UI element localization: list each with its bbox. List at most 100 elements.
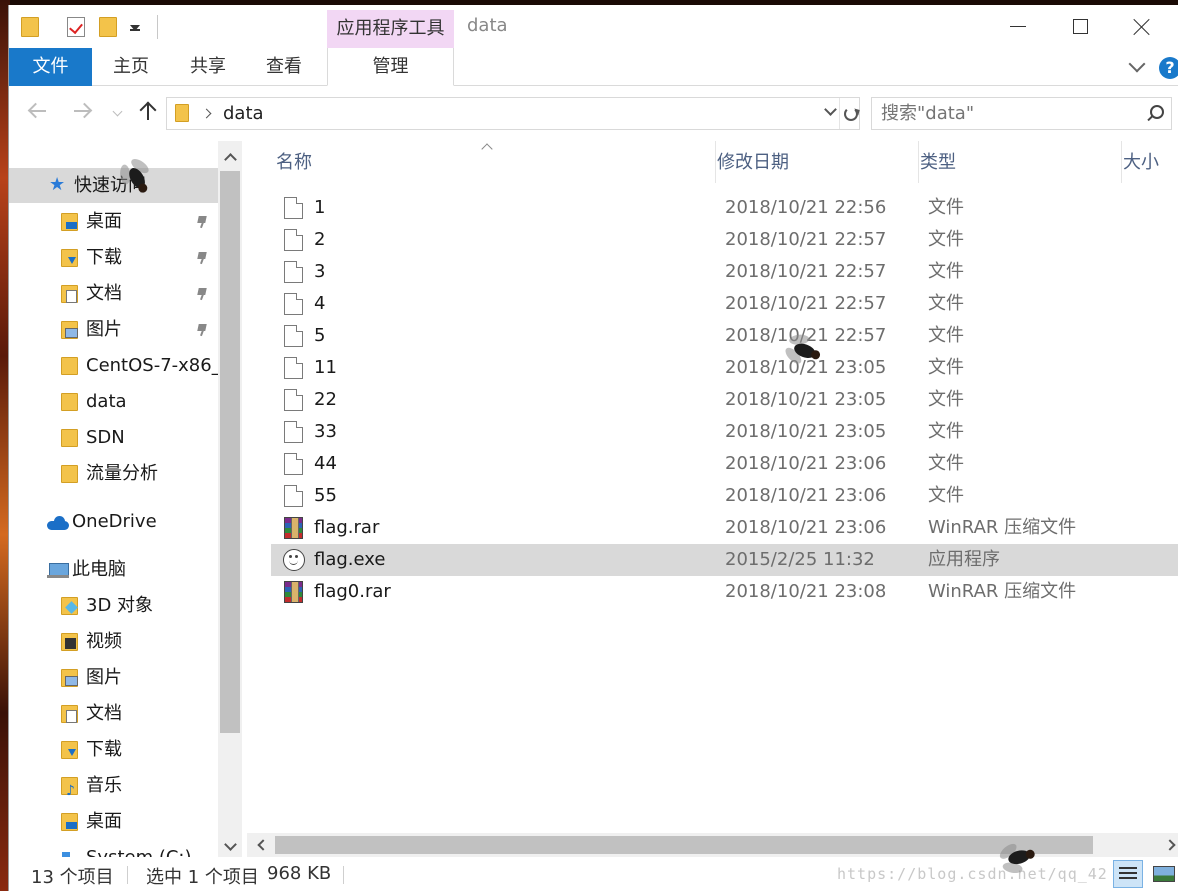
scrollbar-thumb[interactable] (220, 171, 240, 733)
column-header-size[interactable]: 大小 (1123, 141, 1159, 185)
sidebar-item[interactable]: 桌面 (9, 204, 218, 239)
file-date: 2018/10/21 22:57 (725, 293, 887, 314)
pin-icon[interactable] (197, 252, 207, 264)
new-folder-icon[interactable] (99, 15, 123, 39)
file-row[interactable]: 55 2018/10/21 23:06 文件 (271, 480, 1178, 512)
breadcrumb-current[interactable]: data (223, 103, 264, 124)
sidebar-item[interactable]: 文档 (9, 276, 218, 311)
large-icons-view-icon[interactable] (1149, 860, 1178, 888)
customize-toolbar-dropdown-icon[interactable] (127, 15, 143, 39)
chevron-down-icon (112, 106, 122, 116)
recent-locations-button[interactable] (109, 97, 125, 125)
star-icon: ★ (49, 174, 66, 195)
pin-icon[interactable] (197, 288, 207, 300)
pin-icon[interactable] (197, 324, 207, 336)
search-input[interactable] (872, 98, 1137, 129)
back-button[interactable] (23, 97, 53, 125)
file-row[interactable]: 22 2018/10/21 23:05 文件 (271, 384, 1178, 416)
selection-size: 968 KB (267, 863, 332, 884)
file-row[interactable]: 1 2018/10/21 22:56 文件 (271, 192, 1178, 224)
scroll-right-chevron-right-icon[interactable] (1164, 833, 1178, 857)
column-header-date[interactable]: 修改日期 (717, 141, 789, 185)
minimize-button[interactable] (995, 5, 1041, 48)
file-row[interactable]: 44 2018/10/21 23:06 文件 (271, 448, 1178, 480)
search-box[interactable] (871, 97, 1172, 130)
scrollbar-thumb[interactable] (275, 836, 1093, 854)
file-date: 2015/2/25 11:32 (725, 549, 875, 570)
sidebar-item[interactable]: data (9, 384, 218, 419)
forward-button[interactable] (67, 97, 97, 125)
sidebar-item[interactable]: 视频 (9, 624, 218, 659)
file-row[interactable]: flag.rar 2018/10/21 23:06 WinRAR 压缩文件 (271, 512, 1178, 544)
tab-file[interactable]: 文件 (9, 48, 92, 86)
file-row[interactable]: 3 2018/10/21 22:57 文件 (271, 256, 1178, 288)
sidebar-item[interactable]: 图片 (9, 660, 218, 695)
search-icon[interactable] (1144, 104, 1164, 124)
column-divider[interactable] (715, 141, 716, 183)
sidebar-item[interactable]: OneDrive (9, 504, 218, 539)
desktop-folder-icon (61, 213, 78, 231)
winrar-archive-icon (284, 581, 303, 603)
file-row[interactable]: flag0.rar 2018/10/21 23:08 WinRAR 压缩文件 (271, 576, 1178, 608)
folder-icon (175, 104, 189, 122)
sidebar-item-label: OneDrive (72, 511, 157, 532)
sidebar-item-label: 视频 (86, 631, 122, 652)
tab-share[interactable]: 共享 (179, 48, 237, 86)
file-row[interactable]: flag.exe 2015/2/25 11:32 应用程序 (271, 544, 1178, 576)
window-title: data (467, 15, 508, 36)
navigation-pane-scrollbar[interactable] (218, 141, 242, 861)
refresh-button[interactable] (839, 98, 861, 129)
address-history-chevron-down-icon[interactable] (823, 103, 839, 121)
sidebar-item[interactable]: 桌面 (9, 804, 218, 839)
sidebar-item[interactable]: 此电脑 (9, 552, 218, 587)
scroll-left-chevron-left-icon[interactable] (249, 833, 273, 857)
sidebar-item[interactable]: 图片 (9, 312, 218, 347)
properties-check-icon[interactable] (67, 15, 91, 39)
file-row[interactable]: 4 2018/10/21 22:57 文件 (271, 288, 1178, 320)
sidebar-item-label: 此电脑 (72, 559, 126, 580)
sidebar-item[interactable]: CentOS-7-x86_ (9, 348, 218, 383)
file-row[interactable]: 5 2018/10/21 22:57 文件 (271, 320, 1178, 352)
expand-ribbon-chevron-down-icon[interactable] (1127, 55, 1149, 78)
file-name: 5 (314, 325, 326, 346)
up-button[interactable] (133, 97, 163, 125)
sidebar-item[interactable]: 音乐 (9, 768, 218, 803)
sidebar-item[interactable]: 文档 (9, 696, 218, 731)
sidebar-item[interactable]: 流量分析 (9, 456, 218, 491)
column-header-type[interactable]: 类型 (920, 141, 956, 185)
tab-manage[interactable]: 管理 (327, 48, 454, 86)
pin-icon[interactable] (197, 216, 207, 228)
chevron-right-icon[interactable] (201, 108, 212, 119)
scroll-up-chevron-up-icon[interactable] (218, 145, 242, 169)
navigation-pane: ★ 快速访问 桌面 下载 文档 图片 CentOS-7-x86_ data SDN 流量分析 One… (9, 141, 218, 861)
address-bar[interactable]: data (166, 97, 860, 130)
blank-file-icon (284, 357, 303, 379)
column-header-name[interactable]: 名称 (276, 141, 312, 185)
tab-home[interactable]: 主页 (102, 48, 160, 86)
file-row[interactable]: 2 2018/10/21 22:57 文件 (271, 224, 1178, 256)
tab-view[interactable]: 查看 (255, 48, 313, 86)
maximize-button[interactable] (1057, 5, 1103, 48)
sidebar-item[interactable]: SDN (9, 420, 218, 455)
videos-folder-icon (61, 633, 78, 651)
file-name: flag0.rar (314, 581, 391, 602)
sidebar-item-label: 音乐 (86, 775, 122, 796)
column-divider[interactable] (1121, 141, 1122, 183)
sidebar-item[interactable]: 3D 对象 (9, 588, 218, 623)
help-button[interactable]: ? (1159, 57, 1178, 79)
close-button[interactable] (1119, 5, 1165, 48)
toolbar-separator (157, 15, 158, 39)
sidebar-item[interactable]: 下载 (9, 240, 218, 275)
quick-access-folder-icon[interactable] (21, 15, 45, 39)
file-row[interactable]: 11 2018/10/21 23:05 文件 (271, 352, 1178, 384)
sidebar-item-label: 文档 (86, 283, 122, 304)
sidebar-item-label: 文档 (86, 703, 122, 724)
column-divider[interactable] (918, 141, 919, 183)
scroll-down-chevron-down-icon[interactable] (218, 835, 242, 859)
file-type: WinRAR 压缩文件 (928, 581, 1077, 602)
arrow-left-icon (28, 101, 48, 121)
sidebar-item[interactable]: 下载 (9, 732, 218, 767)
sidebar-item[interactable]: ★ 快速访问 (9, 168, 218, 203)
details-view-icon[interactable] (1113, 860, 1143, 888)
file-row[interactable]: 33 2018/10/21 23:05 文件 (271, 416, 1178, 448)
